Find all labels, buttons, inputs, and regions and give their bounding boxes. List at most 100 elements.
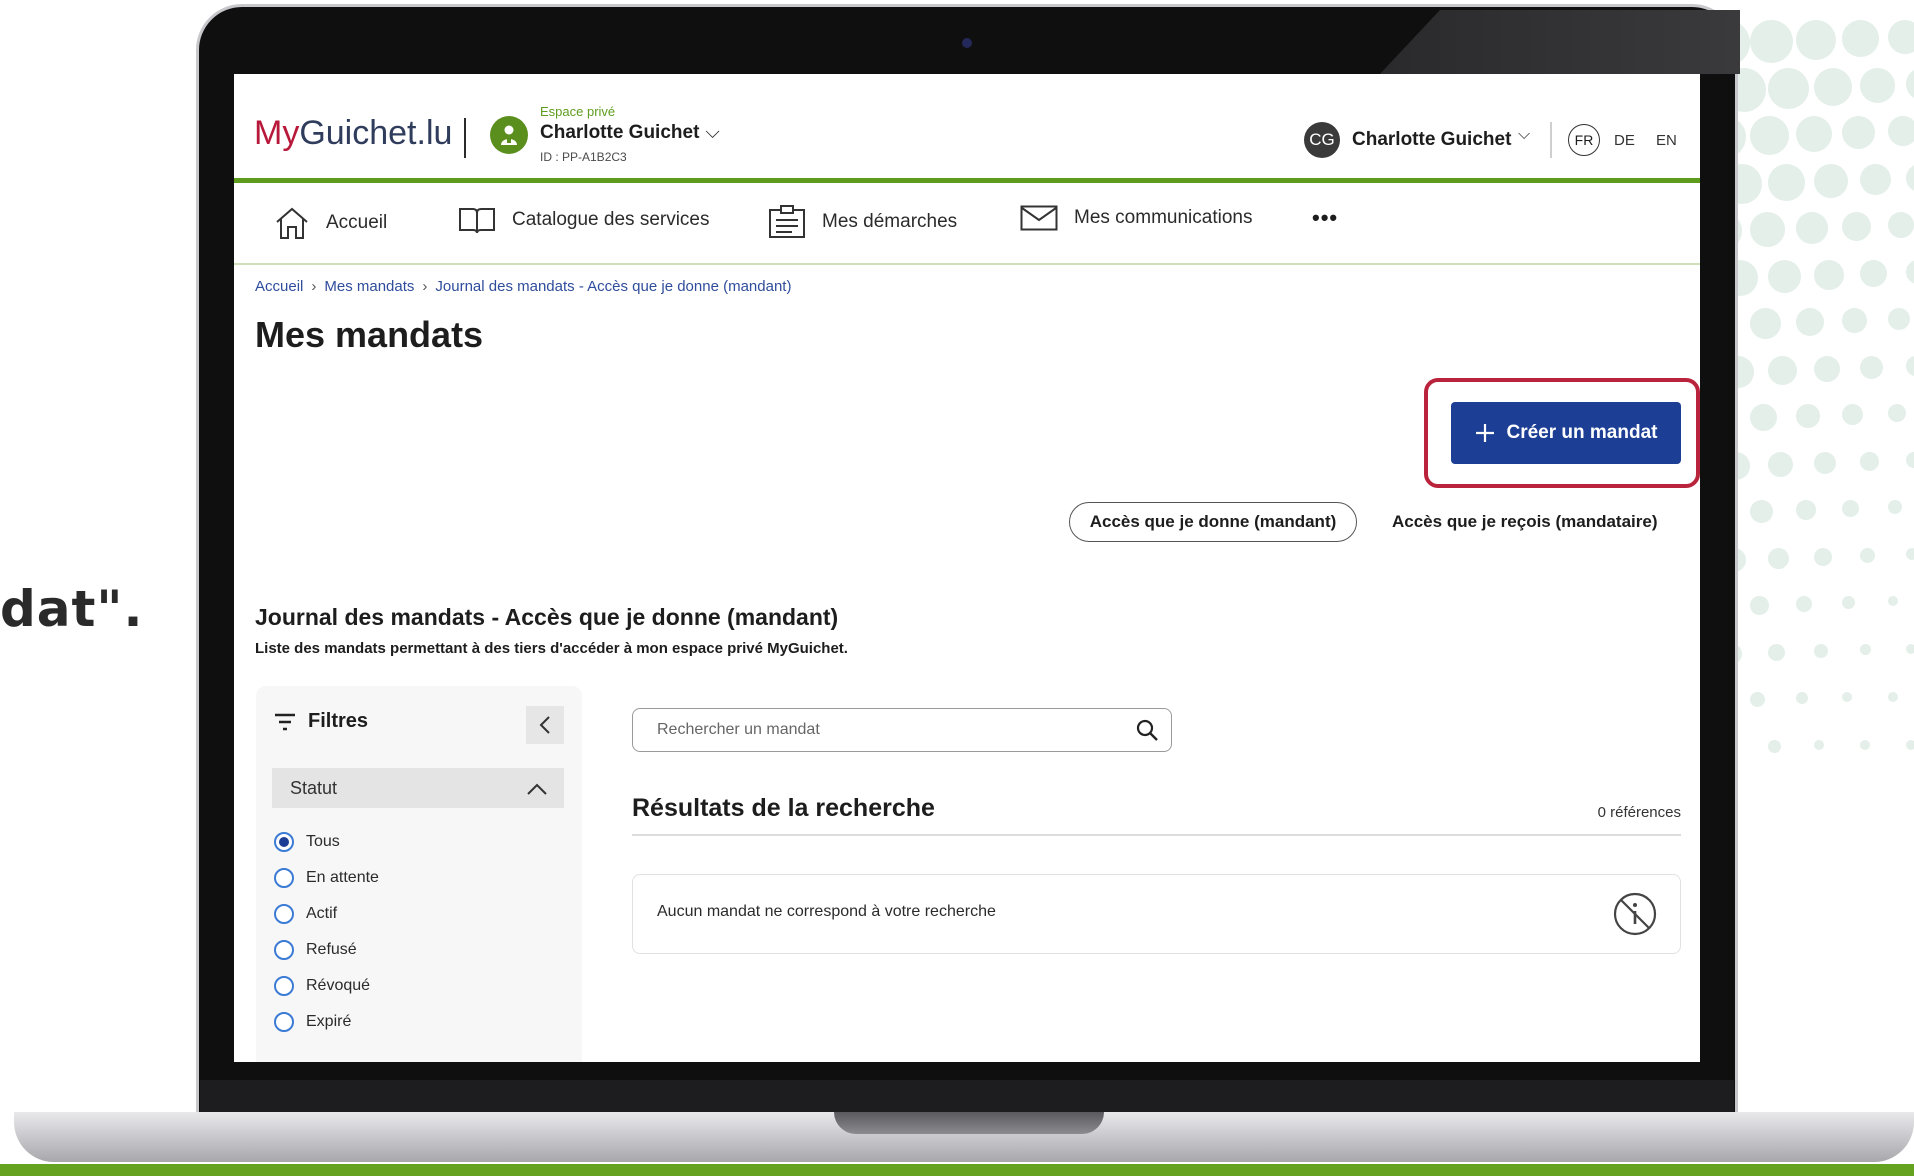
status-option-revoque[interactable]: Révoqué: [274, 976, 370, 996]
results-count: 0 références: [1597, 804, 1681, 821]
statut-accordion[interactable]: Statut: [272, 768, 564, 808]
decorative-dot: [1814, 452, 1836, 474]
decorative-dot: [1750, 500, 1773, 523]
decorative-dot: [1768, 548, 1789, 569]
laptop-bezel-bottom: [200, 1080, 1734, 1116]
decorative-dot: [1842, 404, 1863, 425]
radio-button[interactable]: [274, 904, 294, 924]
option-label: Actif: [306, 905, 338, 922]
decorative-dot: [1750, 404, 1777, 431]
myguichet-logo[interactable]: MyGuichet.lu: [254, 114, 452, 153]
option-label: Refusé: [306, 941, 357, 958]
radio-button[interactable]: [274, 940, 294, 960]
decorative-dot: [1906, 68, 1914, 100]
decorative-dot: [1796, 500, 1816, 520]
radio-button[interactable]: [274, 868, 294, 888]
decorative-dot: [1750, 596, 1769, 615]
decorative-dot: [1796, 212, 1828, 244]
decorative-dot: [1906, 644, 1914, 654]
decorative-dot: [1888, 116, 1914, 146]
decorative-dot: [1906, 452, 1914, 468]
nav-label: Accueil: [326, 212, 388, 233]
avatar[interactable]: CG: [1304, 122, 1340, 158]
space-switcher[interactable]: Charlotte Guichet ⌵: [540, 122, 720, 144]
chevron-down-icon[interactable]: ⌵: [1518, 126, 1530, 144]
section-subtitle: Liste des mandats permettant à des tiers…: [255, 640, 848, 657]
status-option-refuse[interactable]: Refusé: [274, 940, 357, 960]
nav-item-demarches[interactable]: Mes démarches: [768, 205, 957, 239]
empty-results-message: Aucun mandat ne correspond à votre reche…: [657, 903, 996, 920]
book-icon: [459, 208, 495, 234]
breadcrumb-item[interactable]: Mes mandats: [324, 278, 414, 295]
decorative-dot: [1814, 644, 1828, 658]
nav-label: Mes communications: [1074, 207, 1253, 228]
decorative-dot: [1906, 548, 1914, 560]
decorative-dot: [1814, 356, 1840, 382]
status-option-tous[interactable]: Tous: [274, 832, 340, 852]
decorative-dot: [1842, 596, 1855, 609]
status-option-expire[interactable]: Expiré: [274, 1012, 351, 1032]
language-en[interactable]: EN: [1656, 132, 1677, 149]
decorative-dot: [1860, 548, 1875, 563]
decorative-dot: [1842, 116, 1875, 149]
empty-results-box: Aucun mandat ne correspond à votre reche…: [632, 874, 1681, 954]
more-menu-icon[interactable]: •••: [1312, 205, 1338, 231]
decorative-dot: [1796, 692, 1808, 704]
decorative-dot: [1768, 356, 1797, 385]
decorative-dot: [1750, 308, 1781, 339]
radio-button[interactable]: [274, 1012, 294, 1032]
status-option-en-attente[interactable]: En attente: [274, 868, 379, 888]
side-caption-fragment: dat".: [0, 580, 144, 638]
nav-item-accueil[interactable]: Accueil: [274, 205, 387, 241]
results-title: Résultats de la recherche: [632, 794, 935, 822]
decorative-dot: [1888, 20, 1914, 54]
decorative-dot: [1814, 740, 1824, 750]
no-info-icon: [1613, 892, 1657, 936]
decorative-dot: [1814, 68, 1852, 106]
radio-button[interactable]: [274, 976, 294, 996]
radio-button[interactable]: [274, 832, 294, 852]
user-menu-name[interactable]: Charlotte Guichet: [1352, 129, 1511, 151]
decorative-dot: [1888, 404, 1906, 422]
chevron-right-icon: ›: [311, 278, 317, 295]
collapse-filters-button[interactable]: [526, 706, 564, 744]
decorative-dot: [1842, 692, 1852, 702]
decorative-dot: [1796, 404, 1820, 428]
filters-panel: Filtres Statut Tous En attente Actif Ref…: [256, 686, 582, 1062]
decorative-dot: [1906, 164, 1914, 192]
decorative-dot: [1906, 740, 1914, 750]
status-option-actif[interactable]: Actif: [274, 904, 337, 924]
search-placeholder: Rechercher un mandat: [657, 721, 820, 738]
nav-item-catalogue[interactable]: Catalogue des services: [458, 205, 710, 235]
decorative-dot: [1888, 596, 1898, 606]
nav-item-communications[interactable]: Mes communications: [1020, 205, 1252, 231]
laptop-notch: [834, 1112, 1104, 1134]
green-floor-strip: [0, 1164, 1914, 1176]
decorative-dot: [1750, 116, 1789, 155]
site-header: MyGuichet.lu Espace privé Charlotte Guic…: [234, 74, 1700, 183]
breadcrumb-item[interactable]: Journal des mandats - Accès que je donne…: [435, 278, 791, 295]
filters-header: Filtres: [274, 710, 368, 733]
language-fr[interactable]: FR: [1568, 124, 1600, 156]
logo-my: My: [254, 114, 300, 152]
tab-mandant[interactable]: Accès que je donne (mandant): [1069, 502, 1357, 542]
page-title: Mes mandats: [255, 314, 484, 355]
decorative-dot: [1768, 740, 1781, 753]
decorative-dot: [1842, 20, 1879, 57]
decorative-dot: [1888, 500, 1902, 514]
search-icon[interactable]: [1135, 718, 1159, 742]
decorative-dot: [1888, 692, 1898, 702]
results-divider: [632, 834, 1681, 836]
decorative-dot: [1860, 164, 1891, 195]
decorative-dot: [1768, 644, 1785, 661]
tab-mandataire[interactable]: Accès que je reçois (mandataire): [1392, 512, 1658, 532]
search-input[interactable]: Rechercher un mandat: [632, 708, 1172, 752]
decorative-dot: [1888, 212, 1914, 238]
chevron-up-icon: [527, 783, 547, 795]
decorative-dot: [1860, 356, 1883, 379]
option-label: Révoqué: [306, 977, 371, 994]
decorative-dot: [1906, 356, 1914, 376]
breadcrumb-item[interactable]: Accueil: [255, 278, 303, 295]
language-de[interactable]: DE: [1614, 132, 1635, 149]
clipboard-icon: [769, 205, 805, 238]
